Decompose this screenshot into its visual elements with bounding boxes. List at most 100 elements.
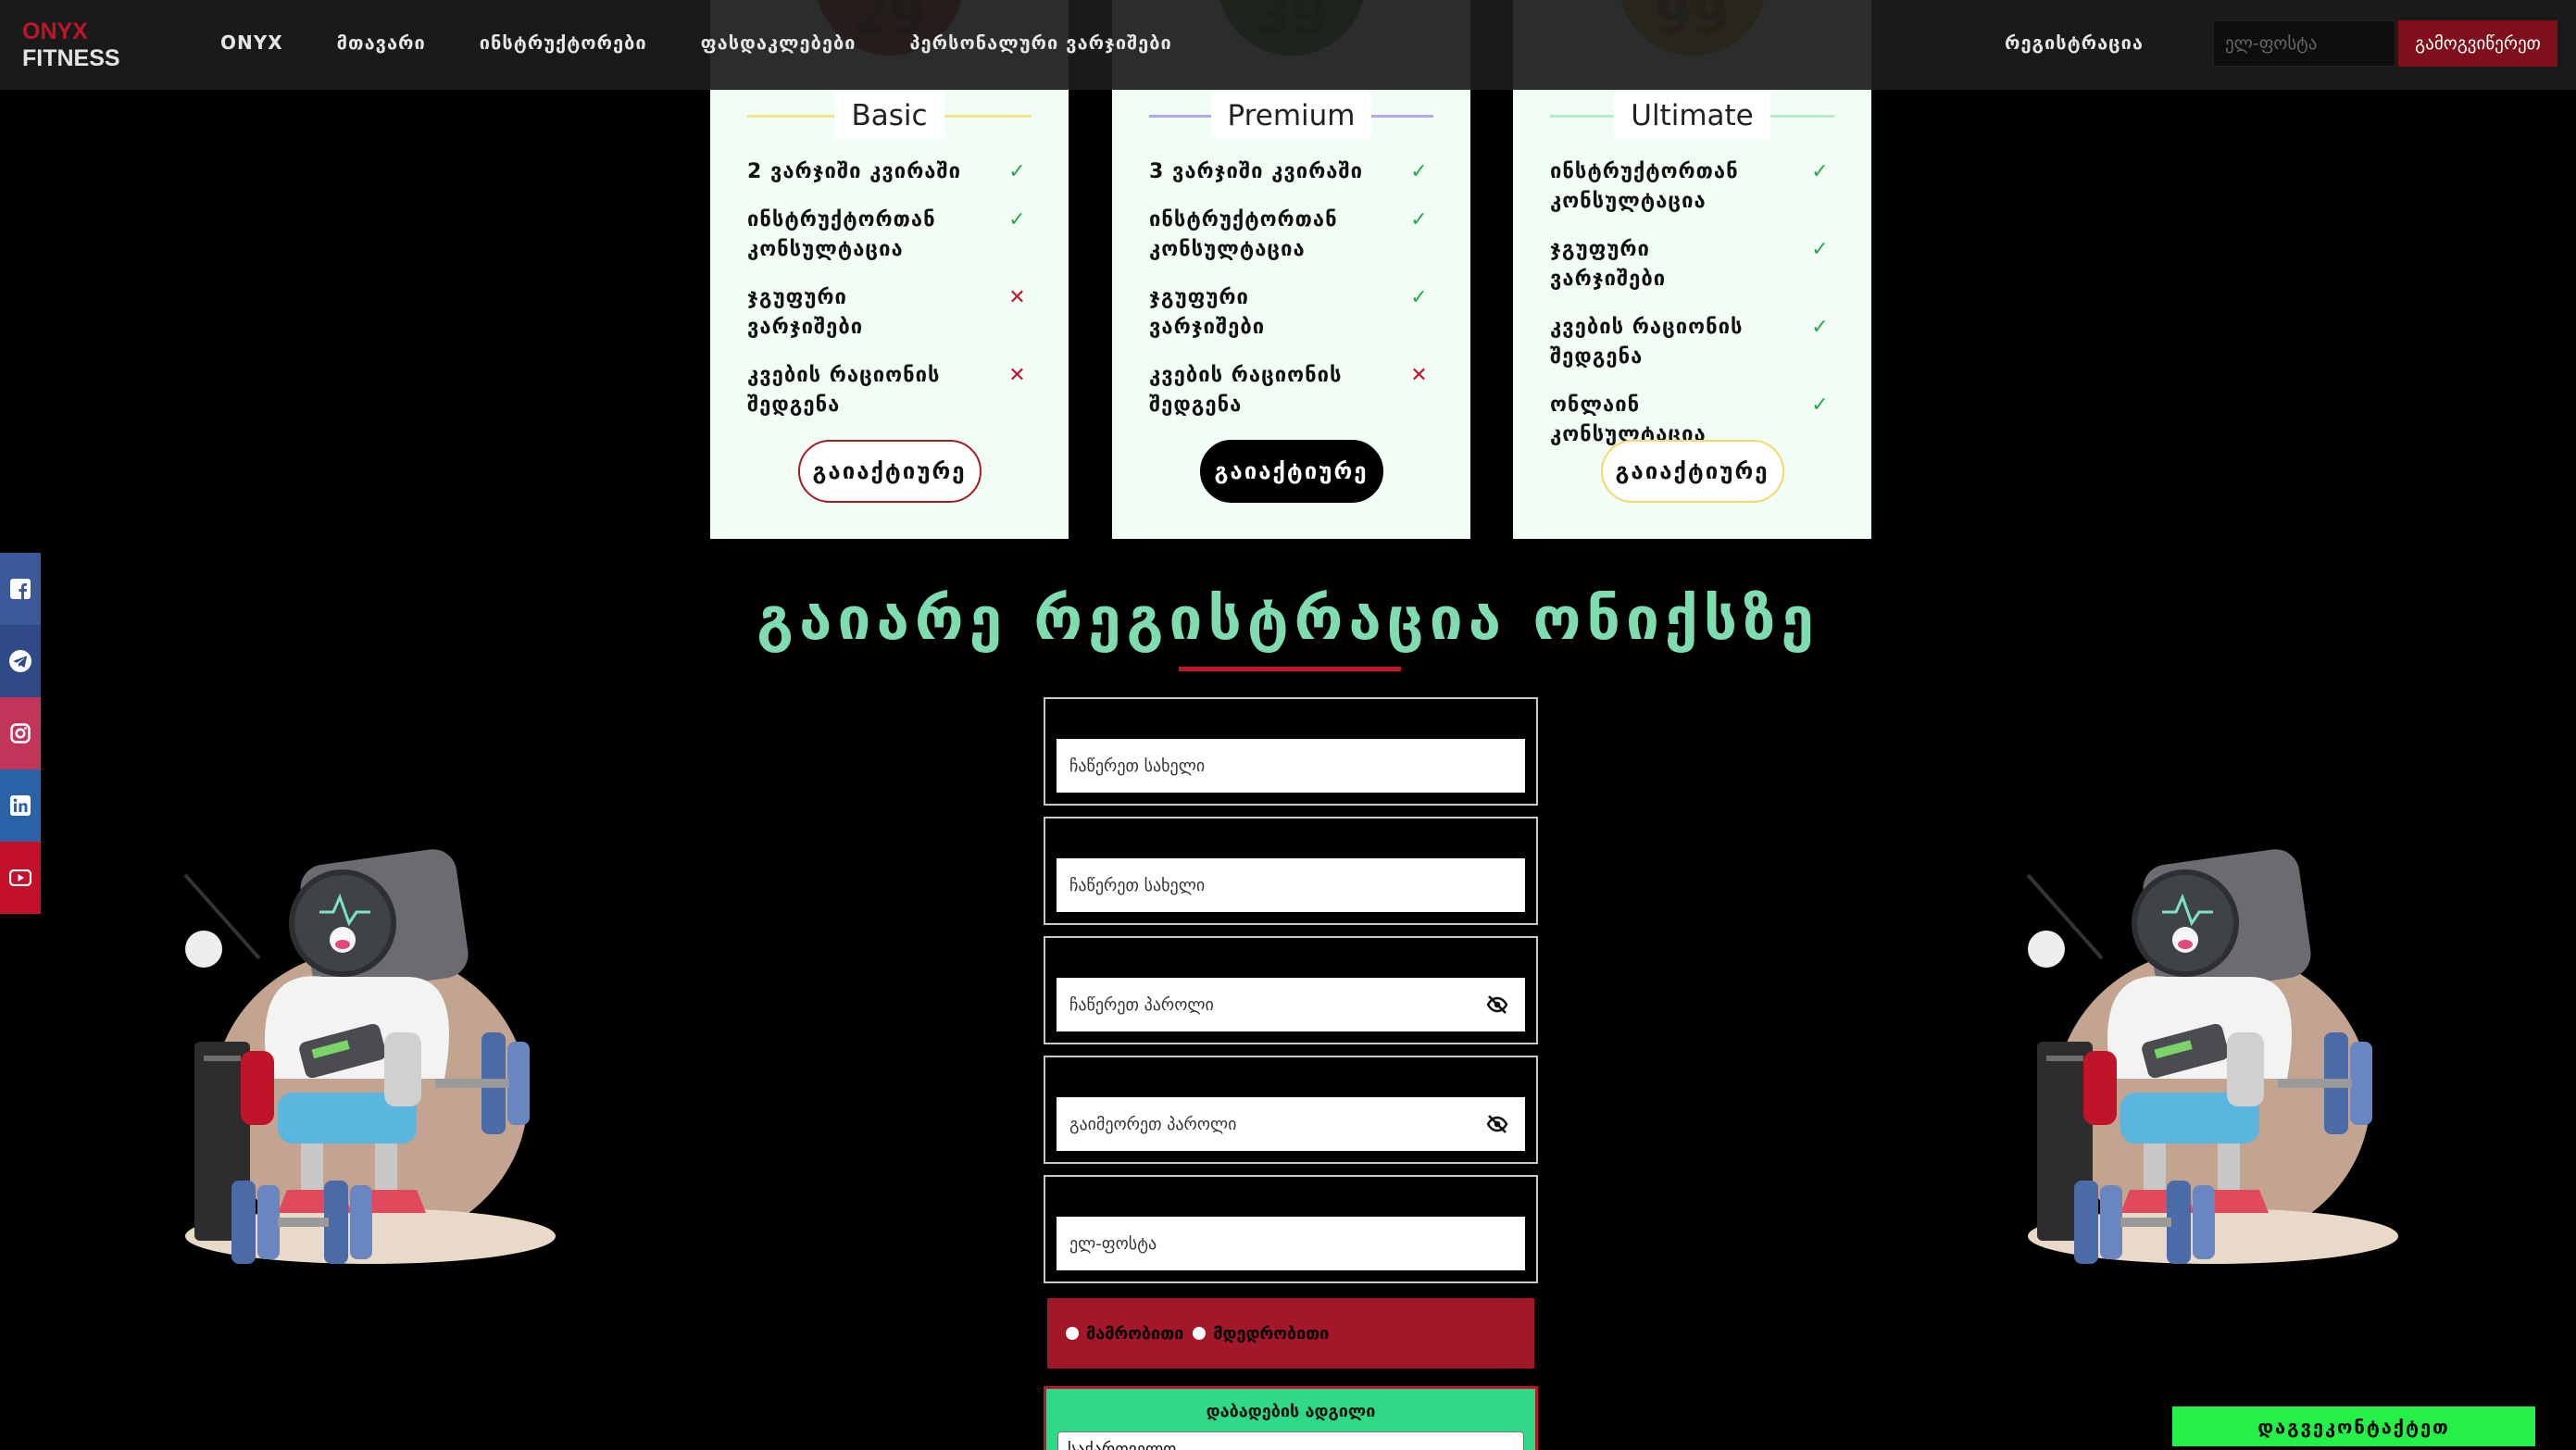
divider bbox=[1371, 114, 1434, 118]
check-icon: ✓ bbox=[1811, 316, 1830, 339]
youtube-icon bbox=[9, 869, 31, 886]
instagram-icon bbox=[10, 723, 31, 744]
birthplace-label: დაბადების ადგილი bbox=[1206, 1402, 1376, 1421]
nav-item-register[interactable]: რეგისტრაცია bbox=[2005, 28, 2144, 57]
divider bbox=[1149, 114, 1211, 118]
robot-fitness-illustration bbox=[183, 849, 556, 1264]
check-icon: ✓ bbox=[1410, 160, 1429, 183]
nav-item-discounts[interactable]: ფასდაკლებები bbox=[701, 28, 857, 57]
confirm-password-input[interactable] bbox=[1057, 1097, 1525, 1151]
last-name-input[interactable] bbox=[1057, 858, 1525, 912]
plan-name: Premium bbox=[1210, 93, 1372, 139]
feature-label: 3 ვარჯიში კვირაში bbox=[1149, 160, 1364, 183]
subscribe-email-input[interactable] bbox=[2213, 20, 2395, 67]
feature-label: 2 ვარჯიში კვირაში bbox=[747, 160, 962, 183]
gender-selector: მამრობითი მდედრობითი bbox=[1047, 1298, 1534, 1369]
contact-us-button[interactable]: დაგვეკონტაქტეთ bbox=[2172, 1406, 2535, 1446]
birthplace-value: საქართველო bbox=[1068, 1440, 1177, 1450]
divider bbox=[1550, 114, 1615, 118]
plan-feature: ინსტრუქტორთან კონსულტაცია ✓ bbox=[1149, 206, 1433, 265]
plan-feature: კვების რაციონის შედგენა ✓ bbox=[1550, 313, 1834, 372]
instagram-link[interactable] bbox=[0, 697, 41, 769]
nav-item-home[interactable]: მთავარი bbox=[337, 28, 426, 57]
register-title: გაიარე რეგისტრაცია ონიქსზე bbox=[757, 585, 1819, 654]
check-icon: ✓ bbox=[1811, 394, 1830, 417]
radio-female[interactable] bbox=[1193, 1327, 1207, 1340]
plan-name-row: Premium bbox=[1149, 93, 1434, 139]
top-navbar: ONYX FITNESS ONYX მთავარი ინსტრუქტორები … bbox=[0, 0, 2576, 90]
confirm-password-field bbox=[1044, 1056, 1538, 1164]
logo[interactable]: ONYX FITNESS bbox=[22, 19, 120, 72]
linkedin-icon bbox=[10, 795, 31, 816]
cross-icon: ✕ bbox=[1008, 286, 1027, 309]
feature-label: კვების რაციონის შედგენა bbox=[747, 364, 941, 417]
check-icon: ✓ bbox=[1811, 160, 1830, 183]
feature-label: კვების რაციონის შედგენა bbox=[1550, 316, 1744, 369]
check-icon: ✓ bbox=[1410, 286, 1429, 309]
plan-features: ინსტრუქტორთან კონსულტაცია ✓ ჯგუფური ვარჯი… bbox=[1550, 157, 1834, 469]
gender-female-option[interactable]: მდედრობითი bbox=[1193, 1324, 1329, 1344]
plan-features: 3 ვარჯიში კვირაში ✓ ინსტრუქტორთან კონსულტ… bbox=[1149, 157, 1433, 439]
check-icon: ✓ bbox=[1008, 208, 1027, 231]
plan-features: 2 ვარჯიში კვირაში ✓ ინსტრუქტორთან კონსულტ… bbox=[747, 157, 1032, 439]
plan-feature: ჯგუფური ვარჯიშები ✓ bbox=[1550, 235, 1834, 294]
plan-name-row: Ultimate bbox=[1550, 93, 1834, 139]
password-field bbox=[1044, 936, 1538, 1044]
check-icon: ✓ bbox=[1410, 208, 1429, 231]
main-nav: ONYX მთავარი ინსტრუქტორები ფასდაკლებები … bbox=[220, 28, 1226, 57]
plan-feature: ინსტრუქტორთან კონსულტაცია ✓ bbox=[747, 206, 1032, 265]
feature-label: ინსტრუქტორთან კონსულტაცია bbox=[1149, 208, 1338, 261]
gender-male-option[interactable]: მამრობითი bbox=[1066, 1324, 1183, 1344]
activate-basic-button[interactable]: გაიაქტიურე bbox=[797, 440, 982, 503]
activate-premium-button[interactable]: გაიაქტიურე bbox=[1199, 440, 1383, 503]
divider bbox=[944, 114, 1032, 118]
title-underline bbox=[1179, 667, 1401, 671]
feature-label: ჯგუფური ვარჯიშები bbox=[1149, 286, 1266, 339]
plan-feature: 3 ვარჯიში კვირაში ✓ bbox=[1149, 157, 1433, 187]
birthplace-field: დაბადების ადგილი საქართველო ⌄ bbox=[1044, 1386, 1538, 1450]
feature-label: ჯგუფური ვარჯიშები bbox=[747, 286, 864, 339]
linkedin-link[interactable] bbox=[0, 769, 41, 842]
cross-icon: ✕ bbox=[1008, 364, 1027, 387]
email-field bbox=[1044, 1175, 1538, 1283]
plan-feature: 2 ვარჯიში კვირაში ✓ bbox=[747, 157, 1032, 187]
robot-fitness-illustration bbox=[2026, 849, 2398, 1264]
nav-item-onyx[interactable]: ONYX bbox=[220, 28, 283, 57]
plan-name: Ultimate bbox=[1614, 93, 1770, 139]
email-input[interactable] bbox=[1057, 1217, 1525, 1270]
logo-line-1: ONYX bbox=[22, 19, 88, 44]
feature-label: ჯგუფური ვარჯიშები bbox=[1550, 238, 1667, 291]
first-name-input[interactable] bbox=[1057, 739, 1525, 793]
first-name-field bbox=[1044, 697, 1538, 806]
check-icon: ✓ bbox=[1008, 160, 1027, 183]
gender-male-label: მამრობითი bbox=[1086, 1323, 1184, 1344]
feature-label: კვების რაციონის შედგენა bbox=[1149, 364, 1343, 417]
plan-feature: ინსტრუქტორთან კონსულტაცია ✓ bbox=[1550, 157, 1834, 217]
feature-label: ინსტრუქტორთან კონსულტაცია bbox=[747, 208, 936, 261]
eye-slash-icon[interactable] bbox=[1486, 1114, 1508, 1134]
birthplace-select[interactable]: საქართველო ⌄ bbox=[1057, 1431, 1524, 1450]
youtube-link[interactable] bbox=[0, 842, 41, 914]
eye-slash-icon[interactable] bbox=[1486, 994, 1508, 1015]
plan-feature: კვების რაციონის შედგენა ✕ bbox=[747, 361, 1032, 420]
plan-feature: ჯგუფური ვარჯიშები ✕ bbox=[747, 283, 1032, 343]
feature-label: ინსტრუქტორთან კონსულტაცია bbox=[1550, 160, 1739, 213]
divider bbox=[1769, 114, 1834, 118]
cross-icon: ✕ bbox=[1410, 364, 1429, 387]
radio-male[interactable] bbox=[1066, 1327, 1079, 1340]
check-icon: ✓ bbox=[1811, 238, 1830, 261]
plan-feature: კვების რაციონის შედგენა ✕ bbox=[1149, 361, 1433, 420]
subscribe-button[interactable]: გამოგვიწერეთ bbox=[2398, 20, 2557, 67]
last-name-field bbox=[1044, 817, 1538, 925]
nav-item-instructors[interactable]: ინსტრუქტორები bbox=[480, 28, 647, 57]
nav-item-personal-training[interactable]: პერსონალური ვარჯიშები bbox=[909, 28, 1171, 57]
activate-ultimate-button[interactable]: გაიაქტიურე bbox=[1600, 440, 1784, 503]
plan-name-row: Basic bbox=[747, 93, 1032, 139]
divider bbox=[747, 114, 835, 118]
chevron-down-icon: ⌄ bbox=[1499, 1440, 1514, 1450]
logo-line-2: FITNESS bbox=[22, 45, 120, 71]
plan-name: Basic bbox=[834, 93, 944, 139]
password-input[interactable] bbox=[1057, 978, 1525, 1031]
gender-female-label: მდედრობითი bbox=[1213, 1323, 1330, 1344]
plan-feature: ჯგუფური ვარჯიშები ✓ bbox=[1149, 283, 1433, 343]
